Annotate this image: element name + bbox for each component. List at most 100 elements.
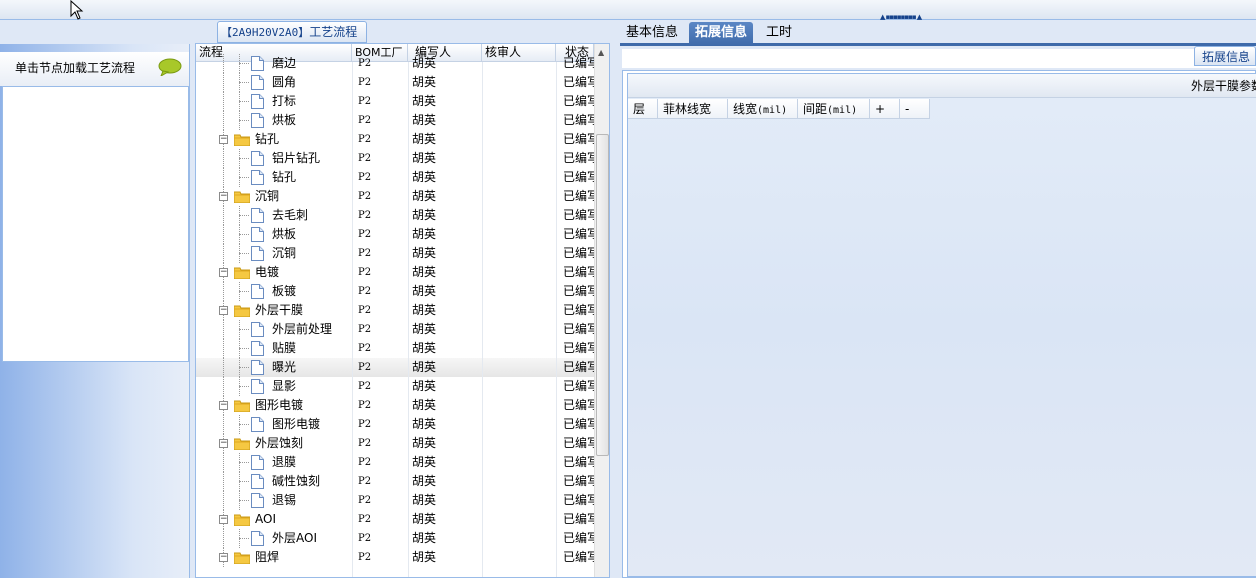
- tree-row[interactable]: 圆角 P2 胡英 已编写: [196, 73, 594, 92]
- tree-node-label: 退膜: [272, 455, 297, 469]
- line-width-label: 线宽: [733, 102, 758, 116]
- bom-factory-cell: P2: [358, 305, 372, 316]
- column-layer[interactable]: 层: [628, 99, 658, 119]
- scrollbar-thumb[interactable]: [596, 134, 609, 456]
- splitter-grip[interactable]: ▲ ▪▪▪▪▪▪▪▪ ▲: [880, 14, 924, 21]
- author-cell: 胡英: [412, 113, 437, 127]
- tree-connector: [223, 339, 224, 358]
- add-row-button[interactable]: +: [870, 99, 900, 119]
- document-icon: [251, 113, 264, 128]
- speech-bubble-icon[interactable]: [158, 58, 182, 76]
- tree-row[interactable]: 显影 P2 胡英 已编写: [196, 377, 594, 396]
- status-cell: 已编写: [563, 436, 594, 450]
- collapse-toggle-icon[interactable]: −: [219, 515, 228, 524]
- tree-row[interactable]: − 电镀 P2 胡英 已编写: [196, 263, 594, 282]
- tree-row[interactable]: 烘板 P2 胡英 已编写: [196, 111, 594, 130]
- status-cell: 已编写: [563, 189, 594, 203]
- right-tabs: 基本信息 拓展信息 工时: [620, 20, 1256, 46]
- tree-row[interactable]: − 沉铜 P2 胡英 已编写: [196, 187, 594, 206]
- tree-row[interactable]: 退锡 P2 胡英 已编写: [196, 491, 594, 510]
- remove-row-button[interactable]: -: [900, 99, 930, 119]
- tree-row[interactable]: 烘板 P2 胡英 已编写: [196, 225, 594, 244]
- tree-row[interactable]: 磨边 P2 胡英 已编写: [196, 54, 594, 73]
- tree-row[interactable]: 外层前处理 P2 胡英 已编写: [196, 320, 594, 339]
- bom-factory-cell: P2: [358, 343, 372, 354]
- tree-row[interactable]: 去毛刺 P2 胡英 已编写: [196, 206, 594, 225]
- tree-node-label: 沉铜: [255, 189, 280, 203]
- tree-connector: [239, 462, 249, 463]
- collapse-toggle-icon[interactable]: −: [219, 553, 228, 562]
- tree-row[interactable]: − 钻孔 P2 胡英 已编写: [196, 130, 594, 149]
- tree-connector: [223, 92, 224, 111]
- author-cell: 胡英: [412, 455, 437, 469]
- status-cell: 已编写: [563, 512, 594, 526]
- document-icon: [251, 531, 264, 546]
- tree-row[interactable]: − 外层干膜 P2 胡英 已编写: [196, 301, 594, 320]
- collapse-toggle-icon[interactable]: −: [219, 306, 228, 315]
- tree-row[interactable]: − 阻焊 P2 胡英 已编写: [196, 548, 594, 567]
- dry-film-header: 外层干膜参数: [628, 74, 1256, 98]
- bom-factory-cell: P2: [358, 191, 372, 202]
- bom-factory-cell: P2: [358, 229, 372, 240]
- bom-factory-cell: P2: [358, 476, 372, 487]
- collapse-toggle-icon[interactable]: −: [219, 401, 228, 410]
- column-line-width[interactable]: 线宽(mil): [728, 99, 798, 119]
- tree-connector: [223, 358, 224, 377]
- author-cell: 胡英: [412, 493, 437, 507]
- tree-row[interactable]: 图形电镀 P2 胡英 已编写: [196, 415, 594, 434]
- author-cell: 胡英: [412, 379, 437, 393]
- tree-row[interactable]: 曝光 P2 胡英 已编写: [196, 358, 594, 377]
- status-cell: 已编写: [563, 550, 594, 564]
- tree-connector: [239, 424, 249, 425]
- right-panel: 基本信息 拓展信息 工时 拓展信息 外层干膜参数 层 菲林线宽 线宽(mil) …: [620, 20, 1256, 578]
- tree-node-label: 钻孔: [272, 170, 297, 184]
- collapse-toggle-icon[interactable]: −: [219, 268, 228, 277]
- tree-node-label: 电镀: [255, 265, 280, 279]
- tree-row[interactable]: − 外层蚀刻 P2 胡英 已编写: [196, 434, 594, 453]
- tree-row[interactable]: 外层AOI P2 胡英 已编写: [196, 529, 594, 548]
- right-splitter[interactable]: [610, 20, 620, 578]
- bom-factory-cell: P2: [358, 77, 372, 88]
- status-cell: 已编写: [563, 493, 594, 507]
- status-cell: 已编写: [563, 170, 594, 184]
- author-cell: 胡英: [412, 227, 437, 241]
- tab-extended-info[interactable]: 拓展信息: [689, 22, 754, 46]
- status-cell: 已编写: [563, 151, 594, 165]
- collapse-toggle-icon[interactable]: −: [219, 135, 228, 144]
- subtab-extended-info[interactable]: 拓展信息: [1194, 46, 1256, 66]
- flow-tab-label: 工艺流程: [309, 25, 358, 39]
- author-cell: 胡英: [412, 360, 437, 374]
- bom-factory-cell: P2: [358, 58, 372, 69]
- column-divider: [408, 62, 409, 577]
- collapse-toggle-icon[interactable]: −: [219, 192, 228, 201]
- tab-basic-info[interactable]: 基本信息: [620, 22, 684, 46]
- tree-row[interactable]: 贴膜 P2 胡英 已编写: [196, 339, 594, 358]
- column-philips-line-width[interactable]: 菲林线宽: [658, 99, 728, 119]
- status-cell: 已编写: [563, 417, 594, 431]
- tree-connector: [223, 225, 224, 244]
- left-panel-title: 单击节点加载工艺流程: [15, 61, 136, 75]
- tab-work-hours[interactable]: 工时: [760, 22, 798, 46]
- bom-factory-cell: P2: [358, 362, 372, 373]
- tree-row[interactable]: 碱性蚀刻 P2 胡英 已编写: [196, 472, 594, 491]
- tree-row[interactable]: 板镀 P2 胡英 已编写: [196, 282, 594, 301]
- tree-row[interactable]: 退膜 P2 胡英 已编写: [196, 453, 594, 472]
- tree-connector: [223, 206, 224, 225]
- tree-node-label: 曝光: [272, 360, 297, 374]
- document-icon: [251, 75, 264, 90]
- tree-row[interactable]: − AOI P2 胡英 已编写: [196, 510, 594, 529]
- tree-row[interactable]: 钻孔 P2 胡英 已编写: [196, 168, 594, 187]
- tree-scrollbar[interactable]: ▲: [594, 44, 609, 577]
- tree-row[interactable]: − 图形电镀 P2 胡英 已编写: [196, 396, 594, 415]
- status-cell: 已编写: [563, 94, 594, 108]
- tree-row[interactable]: 铝片钻孔 P2 胡英 已编写: [196, 149, 594, 168]
- tree-row[interactable]: 打标 P2 胡英 已编写: [196, 92, 594, 111]
- bom-factory-cell: P2: [358, 438, 372, 449]
- author-cell: 胡英: [412, 322, 437, 336]
- bom-factory-cell: P2: [358, 172, 372, 183]
- tab-process-flow[interactable]: 【2A9H20V2A0】工艺流程: [217, 21, 367, 43]
- tree-row[interactable]: 沉铜 P2 胡英 已编写: [196, 244, 594, 263]
- column-spacing[interactable]: 间距(mil): [798, 99, 870, 119]
- section-title: 外层干膜参数: [1191, 79, 1256, 93]
- collapse-toggle-icon[interactable]: −: [219, 439, 228, 448]
